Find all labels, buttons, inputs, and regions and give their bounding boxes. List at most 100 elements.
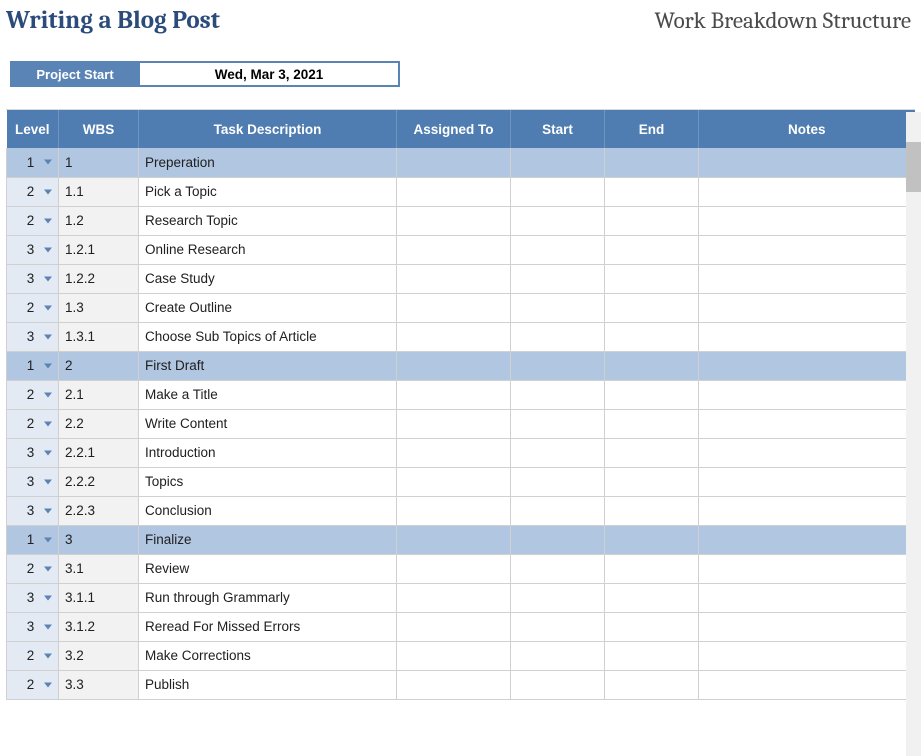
end-cell[interactable] <box>605 583 699 612</box>
level-cell[interactable]: 3 <box>7 612 59 641</box>
start-cell[interactable] <box>511 612 605 641</box>
start-cell[interactable] <box>511 264 605 293</box>
dropdown-arrow-icon[interactable] <box>44 682 52 687</box>
task-description-cell[interactable]: Preperation <box>139 148 397 177</box>
start-cell[interactable] <box>511 438 605 467</box>
wbs-cell[interactable]: 3.1.2 <box>59 612 139 641</box>
notes-cell[interactable] <box>699 206 915 235</box>
notes-cell[interactable] <box>699 467 915 496</box>
start-cell[interactable] <box>511 148 605 177</box>
assigned-to-cell[interactable] <box>397 264 511 293</box>
level-cell[interactable]: 3 <box>7 467 59 496</box>
start-cell[interactable] <box>511 554 605 583</box>
vertical-scrollbar[interactable] <box>906 112 921 756</box>
level-cell[interactable]: 1 <box>7 351 59 380</box>
col-header-wbs[interactable]: WBS <box>59 110 139 148</box>
wbs-cell[interactable]: 1.3.1 <box>59 322 139 351</box>
level-cell[interactable]: 2 <box>7 380 59 409</box>
start-cell[interactable] <box>511 641 605 670</box>
start-cell[interactable] <box>511 496 605 525</box>
table-row[interactable]: 32.2.3Conclusion <box>7 496 915 525</box>
notes-cell[interactable] <box>699 583 915 612</box>
table-row[interactable]: 11Preperation <box>7 148 915 177</box>
table-row[interactable]: 32.2.1Introduction <box>7 438 915 467</box>
level-cell[interactable]: 2 <box>7 206 59 235</box>
level-cell[interactable]: 2 <box>7 641 59 670</box>
dropdown-arrow-icon[interactable] <box>44 537 52 542</box>
assigned-to-cell[interactable] <box>397 322 511 351</box>
assigned-to-cell[interactable] <box>397 438 511 467</box>
project-start-value[interactable]: Wed, Mar 3, 2021 <box>140 61 400 87</box>
task-description-cell[interactable]: Pick a Topic <box>139 177 397 206</box>
col-header-notes[interactable]: Notes <box>699 110 915 148</box>
wbs-cell[interactable]: 1.1 <box>59 177 139 206</box>
wbs-cell[interactable]: 1.2 <box>59 206 139 235</box>
end-cell[interactable] <box>605 670 699 699</box>
dropdown-arrow-icon[interactable] <box>44 421 52 426</box>
col-header-desc[interactable]: Task Description <box>139 110 397 148</box>
end-cell[interactable] <box>605 641 699 670</box>
end-cell[interactable] <box>605 177 699 206</box>
dropdown-arrow-icon[interactable] <box>44 653 52 658</box>
end-cell[interactable] <box>605 496 699 525</box>
wbs-cell[interactable]: 1 <box>59 148 139 177</box>
notes-cell[interactable] <box>699 293 915 322</box>
dropdown-arrow-icon[interactable] <box>44 189 52 194</box>
dropdown-arrow-icon[interactable] <box>44 566 52 571</box>
task-description-cell[interactable]: Review <box>139 554 397 583</box>
dropdown-arrow-icon[interactable] <box>44 624 52 629</box>
notes-cell[interactable] <box>699 380 915 409</box>
start-cell[interactable] <box>511 467 605 496</box>
notes-cell[interactable] <box>699 525 915 554</box>
table-row[interactable]: 21.2Research Topic <box>7 206 915 235</box>
end-cell[interactable] <box>605 380 699 409</box>
notes-cell[interactable] <box>699 409 915 438</box>
start-cell[interactable] <box>511 322 605 351</box>
assigned-to-cell[interactable] <box>397 641 511 670</box>
dropdown-arrow-icon[interactable] <box>44 508 52 513</box>
col-header-assigned[interactable]: Assigned To <box>397 110 511 148</box>
table-row[interactable]: 33.1.1Run through Grammarly <box>7 583 915 612</box>
table-row[interactable]: 31.3.1Choose Sub Topics of Article <box>7 322 915 351</box>
task-description-cell[interactable]: Choose Sub Topics of Article <box>139 322 397 351</box>
dropdown-arrow-icon[interactable] <box>44 305 52 310</box>
dropdown-arrow-icon[interactable] <box>44 334 52 339</box>
level-cell[interactable]: 2 <box>7 293 59 322</box>
assigned-to-cell[interactable] <box>397 496 511 525</box>
table-row[interactable]: 21.1Pick a Topic <box>7 177 915 206</box>
notes-cell[interactable] <box>699 496 915 525</box>
start-cell[interactable] <box>511 583 605 612</box>
wbs-cell[interactable]: 3.1.1 <box>59 583 139 612</box>
notes-cell[interactable] <box>699 177 915 206</box>
dropdown-arrow-icon[interactable] <box>44 363 52 368</box>
notes-cell[interactable] <box>699 148 915 177</box>
end-cell[interactable] <box>605 554 699 583</box>
level-cell[interactable]: 2 <box>7 177 59 206</box>
table-row[interactable]: 33.1.2Reread For Missed Errors <box>7 612 915 641</box>
col-header-end[interactable]: End <box>605 110 699 148</box>
task-description-cell[interactable]: Write Content <box>139 409 397 438</box>
level-cell[interactable]: 1 <box>7 525 59 554</box>
end-cell[interactable] <box>605 409 699 438</box>
table-row[interactable]: 31.2.2Case Study <box>7 264 915 293</box>
assigned-to-cell[interactable] <box>397 293 511 322</box>
task-description-cell[interactable]: Online Research <box>139 235 397 264</box>
wbs-cell[interactable]: 3.2 <box>59 641 139 670</box>
level-cell[interactable]: 3 <box>7 322 59 351</box>
task-description-cell[interactable]: Reread For Missed Errors <box>139 612 397 641</box>
end-cell[interactable] <box>605 525 699 554</box>
level-cell[interactable]: 2 <box>7 409 59 438</box>
wbs-cell[interactable]: 2.2.2 <box>59 467 139 496</box>
assigned-to-cell[interactable] <box>397 525 511 554</box>
table-row[interactable]: 22.1Make a Title <box>7 380 915 409</box>
scrollbar-thumb[interactable] <box>906 142 921 192</box>
assigned-to-cell[interactable] <box>397 612 511 641</box>
dropdown-arrow-icon[interactable] <box>44 392 52 397</box>
dropdown-arrow-icon[interactable] <box>44 160 52 165</box>
table-row[interactable]: 23.2Make Corrections <box>7 641 915 670</box>
level-cell[interactable]: 2 <box>7 554 59 583</box>
end-cell[interactable] <box>605 148 699 177</box>
notes-cell[interactable] <box>699 438 915 467</box>
wbs-cell[interactable]: 1.2.2 <box>59 264 139 293</box>
assigned-to-cell[interactable] <box>397 235 511 264</box>
